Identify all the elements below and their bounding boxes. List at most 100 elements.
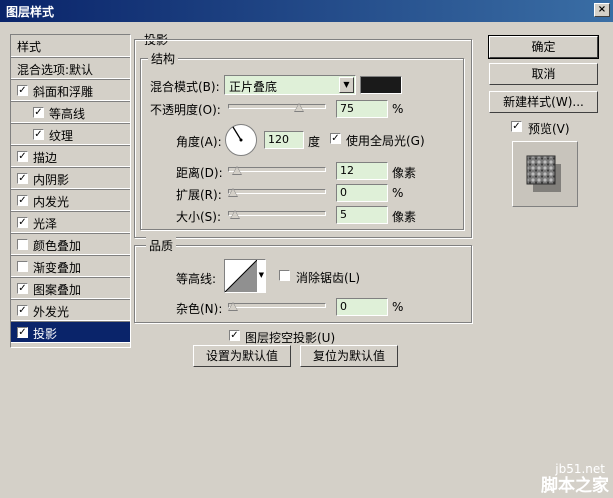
knockout-checkbox[interactable]: ✓	[229, 330, 240, 341]
style-item-label: 内阴影	[33, 173, 70, 187]
style-item-checkbox[interactable]: ✓	[17, 305, 28, 316]
style-item[interactable]: ✓ 光泽	[11, 211, 130, 233]
blend-mode-label: 混合模式(B):	[150, 80, 220, 94]
style-item-label: 描边	[33, 151, 58, 165]
noise-slider-thumb[interactable]	[228, 302, 238, 311]
antialias-label: 消除锯齿(L)	[296, 271, 361, 285]
style-item[interactable]: 颜色叠加	[11, 233, 130, 255]
style-item-label: 颜色叠加	[33, 239, 82, 253]
opacity-slider-thumb[interactable]	[294, 103, 304, 112]
style-item-checkbox[interactable]: ✓	[33, 107, 44, 118]
spread-slider-thumb[interactable]	[228, 188, 238, 197]
opacity-label: 不透明度(O):	[150, 103, 221, 117]
style-item[interactable]: ✓ 内发光	[11, 189, 130, 211]
style-item[interactable]: ✓ 内阴影	[11, 167, 130, 189]
style-item-checkbox[interactable]	[17, 239, 28, 250]
style-item-label: 内发光	[33, 195, 70, 209]
antialias-checkbox[interactable]	[279, 270, 290, 281]
angle-label: 角度(A):	[176, 135, 222, 149]
cancel-button[interactable]: 取消	[489, 63, 598, 85]
distance-unit: 像素	[392, 166, 417, 180]
contour-dropdown-icon: ▼	[258, 271, 264, 279]
opacity-slider-track[interactable]	[228, 104, 326, 109]
title-bar: 图层样式 ×	[0, 0, 613, 22]
style-item-label: 投影	[33, 327, 58, 341]
opacity-input[interactable]: 75	[336, 100, 388, 118]
size-unit: 像素	[392, 210, 417, 224]
style-preview-thumbnail	[512, 141, 578, 207]
blend-mode-select[interactable]: 正片叠底 ▼	[224, 75, 356, 95]
contour-label: 等高线:	[176, 272, 217, 286]
style-item[interactable]: ✓ 等高线	[11, 101, 130, 123]
style-item[interactable]: 渐变叠加	[11, 255, 130, 277]
angle-dial-icon	[225, 124, 257, 156]
style-item-checkbox[interactable]: ✓	[33, 129, 44, 140]
style-item-label: 渐变叠加	[33, 261, 82, 275]
structure-title: 结构	[148, 50, 179, 67]
contour-picker[interactable]: ▼	[224, 259, 266, 293]
reset-default-button[interactable]: 复位为默认值	[300, 345, 398, 367]
angle-unit: 度	[308, 135, 321, 149]
style-item-checkbox[interactable]: ✓	[17, 217, 28, 228]
angle-dial[interactable]	[224, 123, 258, 157]
close-icon: ×	[597, 4, 607, 15]
noise-unit: %	[392, 300, 404, 314]
size-label: 大小(S):	[176, 210, 222, 224]
style-item[interactable]: ✓ 外发光	[11, 299, 130, 321]
shadow-color-swatch[interactable]	[360, 76, 402, 94]
style-item-label: 斜面和浮雕	[33, 85, 94, 99]
spread-slider-track[interactable]	[228, 189, 326, 194]
blend-mode-value: 正片叠底	[229, 80, 278, 94]
style-item-checkbox[interactable]: ✓	[17, 85, 28, 96]
watermark-brand: 脚本之家	[541, 476, 609, 496]
spread-label: 扩展(R):	[176, 188, 222, 202]
style-item-checkbox[interactable]: ✓	[17, 151, 28, 162]
style-item-label: 光泽	[33, 217, 58, 231]
preview-swatch-icon	[526, 155, 561, 192]
style-item-label: 纹理	[49, 129, 74, 143]
preview-checkbox[interactable]: ✓	[511, 121, 522, 132]
noise-input[interactable]: 0	[336, 298, 388, 316]
noise-label: 杂色(N):	[176, 302, 223, 316]
knockout-label: 图层挖空投影(U)	[245, 331, 336, 345]
style-item-checkbox[interactable]	[17, 261, 28, 272]
close-button[interactable]: ×	[594, 3, 610, 17]
preview-label: 预览(V)	[528, 122, 570, 136]
styles-list: 样式 混合选项:默认 ✓ 斜面和浮雕 ✓ 等高线 ✓ 纹理 ✓ 描边 ✓ 内阴影 ✓ 内发光 ✓ 光泽颜色…	[10, 34, 131, 348]
style-item-checkbox[interactable]: ✓	[17, 173, 28, 184]
angle-input[interactable]: 120	[264, 131, 304, 149]
size-input[interactable]: 5	[336, 206, 388, 224]
global-light-label: 使用全局光(G)	[346, 134, 425, 148]
style-item[interactable]: ✓ 斜面和浮雕	[11, 79, 130, 101]
styles-header-label: 样式	[17, 40, 42, 54]
distance-input[interactable]: 12	[336, 162, 388, 180]
make-default-button[interactable]: 设置为默认值	[193, 345, 291, 367]
distance-slider-thumb[interactable]	[232, 166, 243, 175]
blend-options-item[interactable]: 混合选项:默认	[11, 57, 130, 79]
style-item-checkbox[interactable]: ✓	[17, 327, 28, 338]
ok-button[interactable]: 确定	[488, 35, 599, 59]
styles-header[interactable]: 样式	[11, 35, 130, 57]
spread-unit: %	[392, 186, 404, 200]
contour-curve-icon	[225, 260, 257, 292]
style-item[interactable]: ✓ 纹理	[11, 123, 130, 145]
style-item-label: 图案叠加	[33, 283, 82, 297]
chevron-down-icon: ▼	[339, 77, 354, 93]
style-item-label: 外发光	[33, 305, 70, 319]
new-style-button[interactable]: 新建样式(W)...	[489, 91, 598, 113]
style-item[interactable]: ✓ 图案叠加	[11, 277, 130, 299]
global-light-checkbox[interactable]: ✓	[330, 133, 341, 144]
size-slider-thumb[interactable]	[229, 210, 240, 219]
noise-slider-track[interactable]	[228, 303, 326, 308]
style-item-checkbox[interactable]: ✓	[17, 195, 28, 206]
spread-input[interactable]: 0	[336, 184, 388, 202]
size-slider-track[interactable]	[228, 211, 326, 216]
style-item[interactable]: ✓ 描边	[11, 145, 130, 167]
style-item-checkbox[interactable]: ✓	[17, 283, 28, 294]
style-item[interactable]: ✓ 投影	[11, 321, 130, 343]
distance-slider-track[interactable]	[228, 167, 326, 172]
blend-options-label: 混合选项:默认	[17, 63, 94, 77]
distance-label: 距离(D):	[176, 166, 223, 180]
style-item-label: 等高线	[49, 107, 86, 121]
quality-title: 品质	[146, 237, 177, 254]
